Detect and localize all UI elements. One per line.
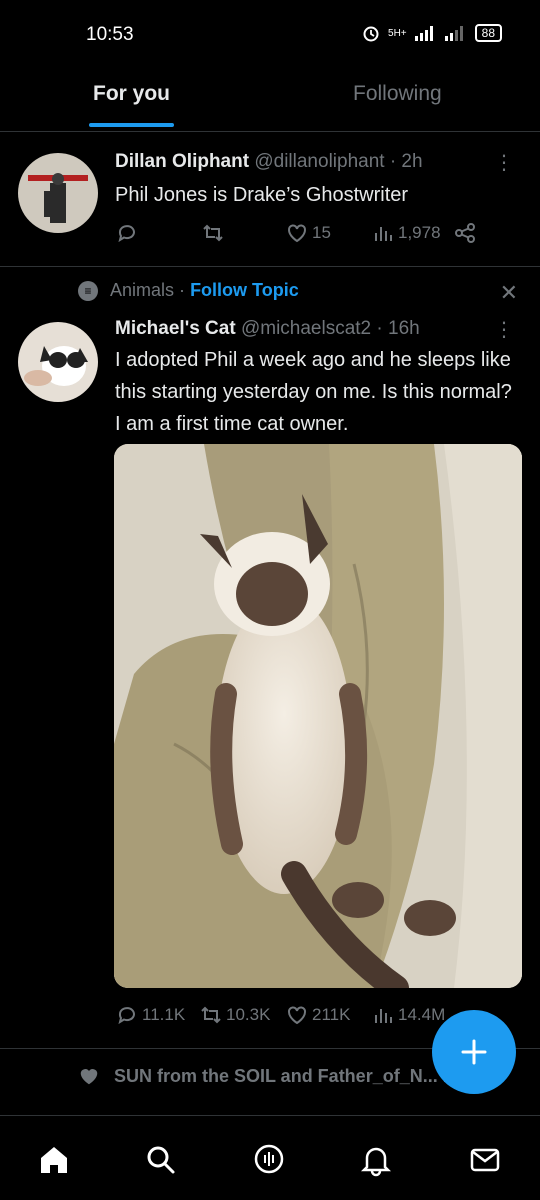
views-icon (375, 1009, 392, 1023)
follow-topic-button[interactable]: Follow Topic (190, 280, 299, 300)
more-options-icon[interactable]: ⋮ (494, 320, 514, 340)
avatar-dillan[interactable] (18, 153, 98, 233)
retweet-button[interactable]: 10.3K (199, 1003, 270, 1027)
alarm-icon (363, 26, 379, 42)
retweet-icon (201, 1006, 221, 1024)
like-count: 15 (312, 223, 331, 242)
heart-icon (288, 224, 306, 243)
like-button[interactable]: 211K (285, 1003, 350, 1027)
more-options-icon[interactable]: ⋮ (494, 153, 514, 173)
tweet-dillan[interactable]: Dillan Oliphant @dillanoliphant · 2h ⋮ P… (0, 133, 540, 266)
tweet-text: Phil Jones is Drake’s Ghostwriter (115, 184, 409, 206)
tab-following[interactable]: Following (353, 82, 442, 106)
author-handle: @dillanoliphant · 2h (254, 151, 423, 172)
nav-messages[interactable] (467, 1142, 503, 1178)
home-icon (41, 1147, 67, 1173)
compose-button[interactable] (432, 1010, 516, 1094)
timeline-tabs: For you Following (0, 70, 540, 132)
battery-icon: 88 (474, 24, 502, 42)
retweet-icon (203, 224, 223, 242)
close-icon[interactable]: ✕ (500, 280, 518, 306)
tweet-text: I adopted Phil a week ago and he sleeps … (115, 349, 512, 435)
reply-button[interactable]: 11.1K (115, 1003, 185, 1027)
bottom-nav (0, 1115, 540, 1200)
tweet-photo[interactable] (114, 444, 522, 988)
topic-icon: ≡ (78, 280, 98, 301)
tweet-header: Michael's Cat @michaelscat2 · 16h (115, 318, 420, 340)
nav-notifications[interactable] (358, 1142, 394, 1178)
heart-icon (80, 1069, 98, 1085)
divider (0, 266, 540, 267)
topic-row: ≡ Animals · Follow Topic (78, 280, 299, 301)
heart-icon (288, 1006, 306, 1025)
retweet-button[interactable] (201, 221, 225, 245)
tweet-header: Dillan Oliphant @dillanoliphant · 2h (115, 151, 423, 173)
author-name[interactable]: Dillan Oliphant (115, 151, 249, 172)
reply-count: 11.1K (142, 1005, 186, 1024)
topic-separator: · (179, 280, 186, 300)
views-count: 14.4M (398, 1005, 446, 1024)
like-button[interactable]: 15 (285, 221, 331, 245)
topic-label[interactable]: Animals (110, 280, 174, 300)
nav-search[interactable] (143, 1142, 179, 1178)
status-time: 10:53 (86, 24, 134, 45)
avatar-michaels-cat[interactable] (18, 322, 98, 402)
reply-icon (118, 1007, 135, 1025)
compose-plus-icon (461, 1039, 487, 1065)
author-name[interactable]: Michael's Cat (115, 318, 236, 339)
tweet-actions: 15 1,978 (115, 221, 520, 251)
nav-spaces[interactable] (251, 1142, 287, 1178)
signal-icon (414, 26, 433, 41)
nav-home[interactable] (36, 1142, 72, 1178)
notifications-icon (360, 1147, 392, 1177)
views-button[interactable]: 1,978 (371, 221, 441, 245)
reply-icon (118, 225, 135, 243)
messages-icon (470, 1148, 500, 1172)
search-icon (147, 1146, 175, 1174)
status-icons: 5H+ 88 (362, 24, 502, 42)
retweet-count: 10.3K (226, 1005, 271, 1024)
share-button[interactable] (453, 221, 477, 245)
active-tab-indicator (89, 123, 174, 127)
views-icon (375, 227, 392, 241)
views-count: 1,978 (398, 223, 441, 242)
spaces-icon (254, 1144, 284, 1174)
tab-for-you[interactable]: For you (93, 82, 170, 106)
author-handle: @michaelscat2 · 16h (240, 318, 420, 339)
network-label: 5H+ (388, 27, 407, 39)
status-bar: 10:53 5H+ 88 (0, 0, 540, 70)
signal-icon-2 (444, 26, 463, 41)
like-count: 211K (312, 1005, 351, 1024)
reply-button[interactable] (115, 221, 139, 245)
share-icon (455, 223, 475, 243)
views-button[interactable]: 14.4M (371, 1003, 445, 1027)
